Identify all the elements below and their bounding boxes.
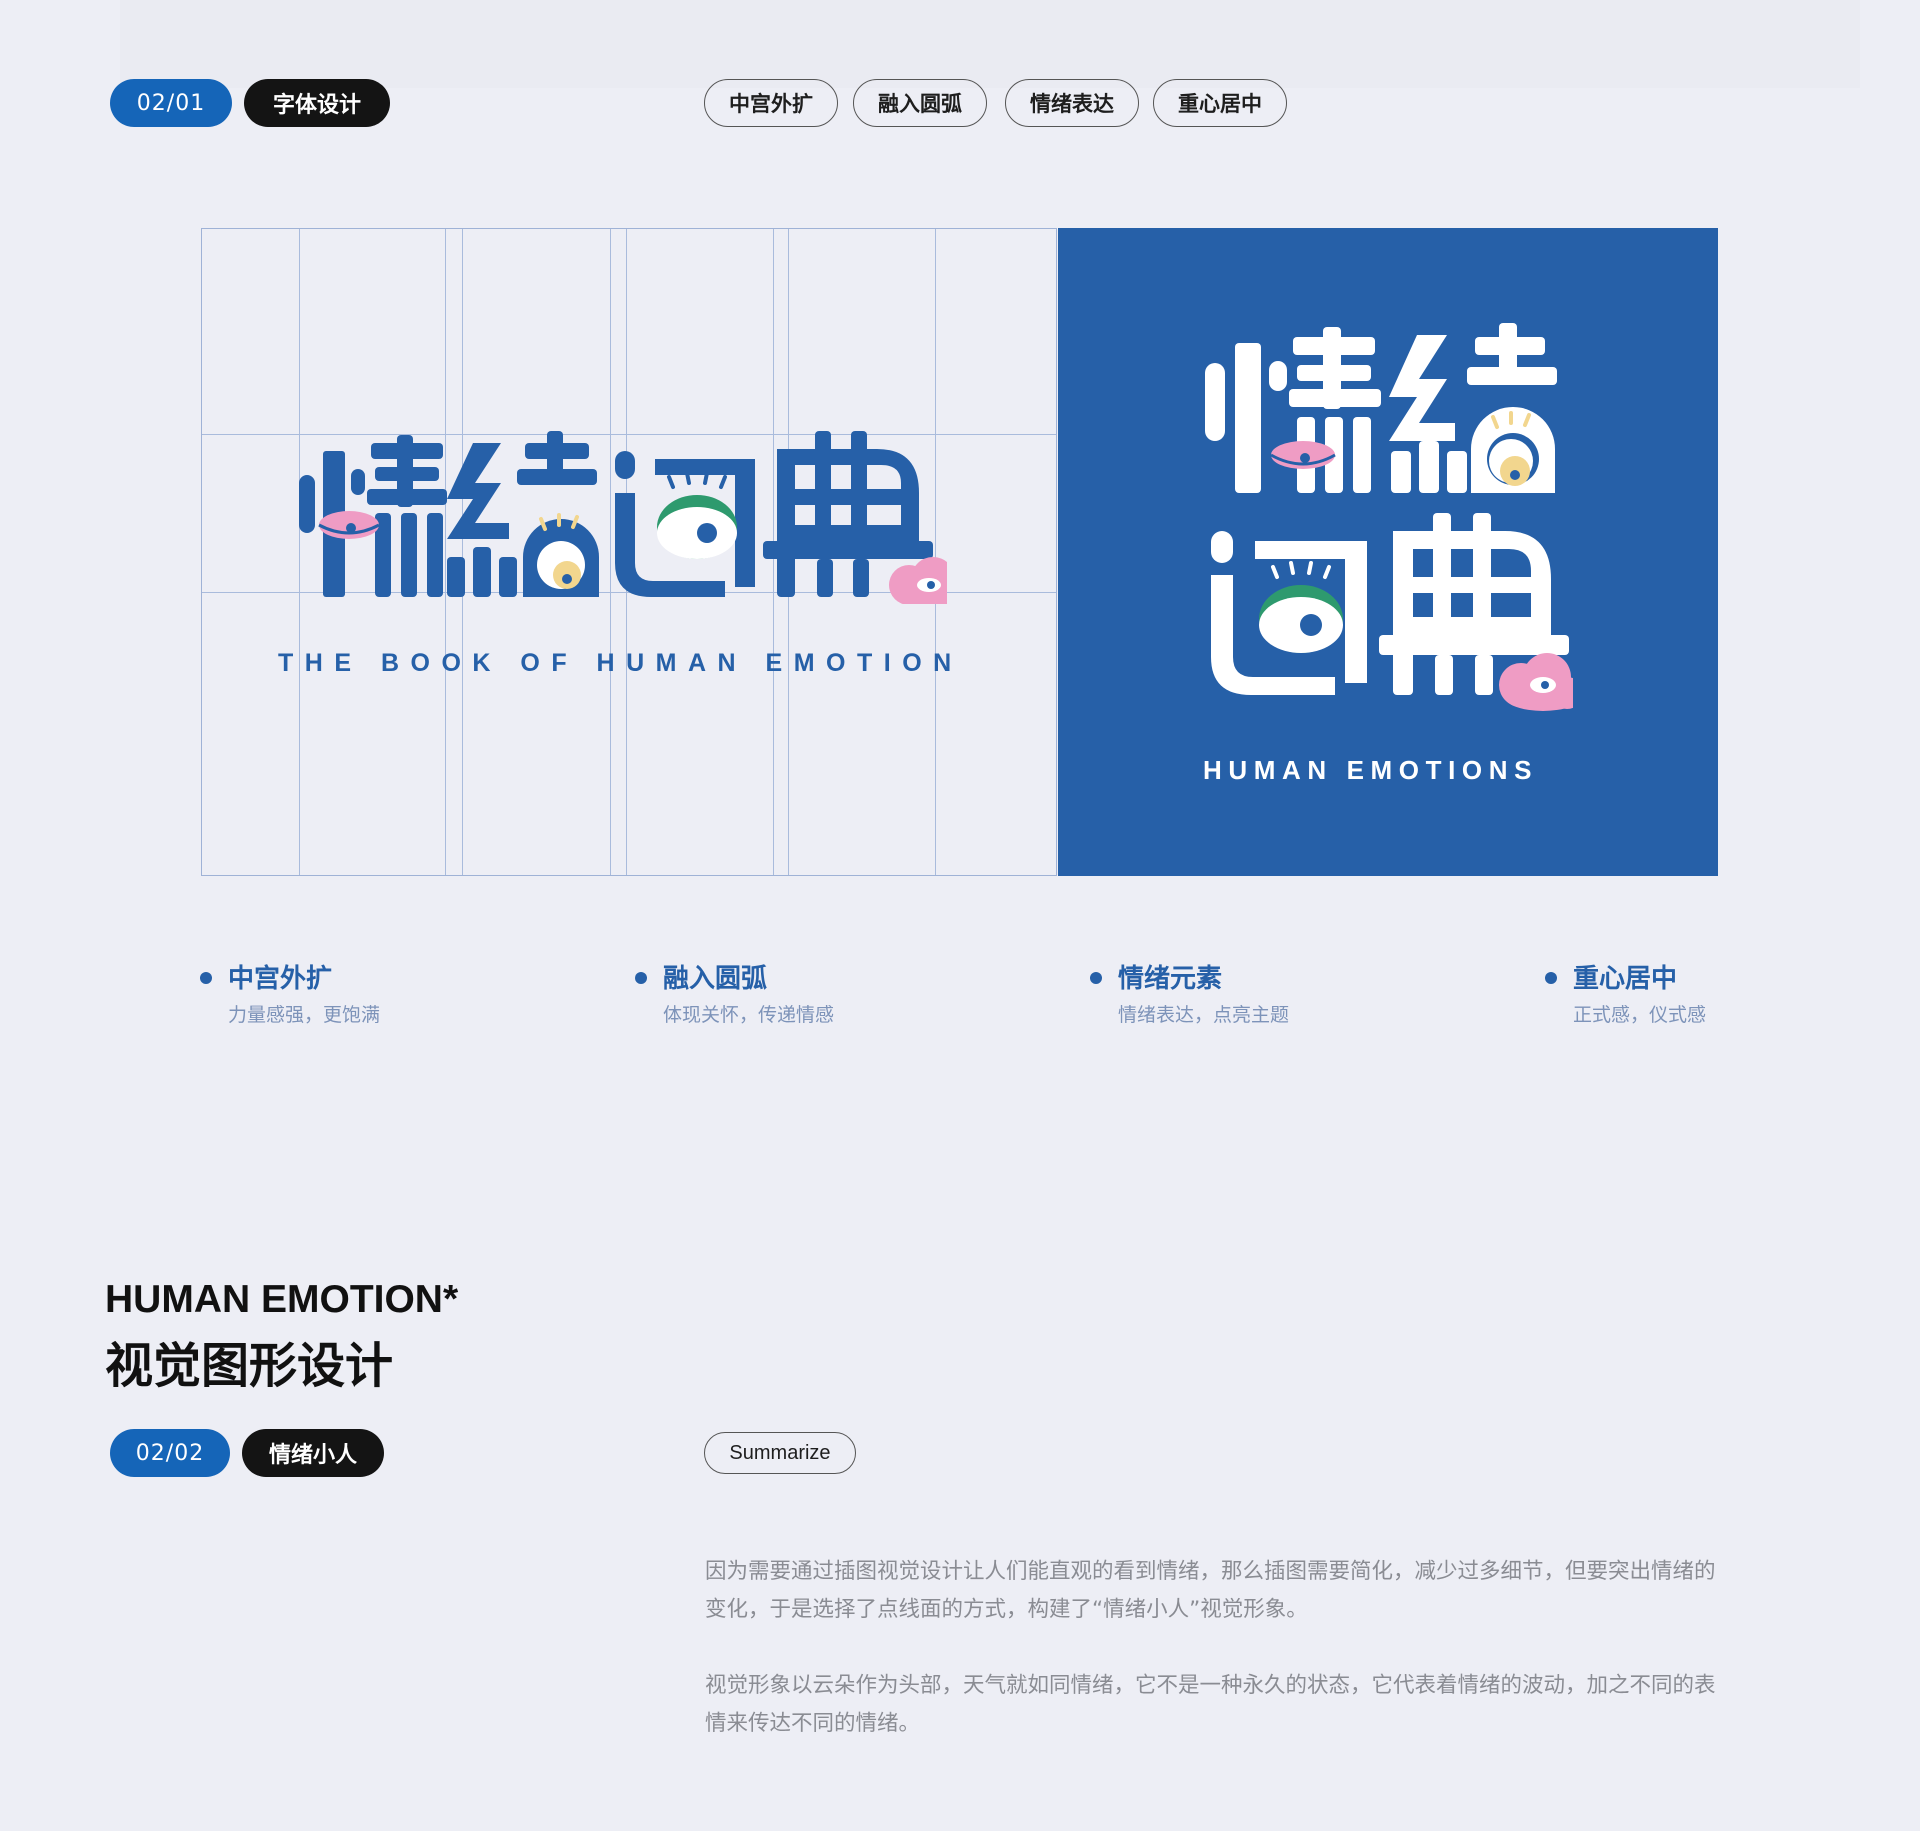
feature-desc: 正式感，仪式感 [1573, 1004, 1707, 1026]
tag-pill[interactable]: 融入圆弧 [853, 79, 987, 127]
summary-paragraph: 因为需要通过插图视觉设计让人们能直观的看到情绪，那么插图需要简化，减少过多细节，… [705, 1559, 1716, 1622]
section-number-badge: 02/02 [110, 1429, 230, 1477]
logo-grid-frame: THE BOOK OF HUMAN EMOTION [201, 228, 1057, 876]
section-category-badge: 字体设计 [244, 79, 390, 127]
section-category-badge: 情绪小人 [242, 1429, 384, 1477]
bullet-dot [200, 972, 212, 984]
top-band [120, 0, 1860, 88]
tag-pill[interactable]: 情绪表达 [1005, 79, 1139, 127]
feature-title: 重心居中 [1573, 964, 1678, 994]
summary-paragraph: 视觉形象以云朵作为头部，天气就如同情绪，它不是一种永久的状态，它代表着情绪的波动… [705, 1673, 1716, 1736]
feature-desc: 体现关怀，传递情感 [663, 1004, 835, 1026]
section-heading-cn: 视觉图形设计 [105, 1338, 394, 1394]
bullet-dot [1545, 972, 1557, 984]
feature-desc: 情绪表达，点亮主题 [1118, 1004, 1290, 1026]
feature-title: 中宫外扩 [228, 964, 333, 994]
logo-tagline-en-white: HUMAN EMOTIONS [1203, 755, 1539, 785]
feature-title: 情绪元素 [1118, 964, 1223, 994]
summarize-tag[interactable]: Summarize [704, 1432, 856, 1474]
section-number-badge: 02/01 [110, 79, 232, 127]
feature-desc: 力量感强，更饱满 [228, 1004, 381, 1026]
bullet-dot [1090, 972, 1102, 984]
wordmark-stacked [1205, 323, 1573, 711]
tag-pill[interactable]: 重心居中 [1153, 79, 1287, 127]
bullet-dot [635, 972, 647, 984]
feature-title: 融入圆弧 [663, 964, 768, 994]
wordmark-horizontal [299, 431, 947, 604]
logo-tagline-en: THE BOOK OF HUMAN EMOTION [278, 649, 963, 677]
tag-pill[interactable]: 中宫外扩 [704, 79, 838, 127]
section-heading-en: HUMAN EMOTION* [105, 1278, 459, 1321]
